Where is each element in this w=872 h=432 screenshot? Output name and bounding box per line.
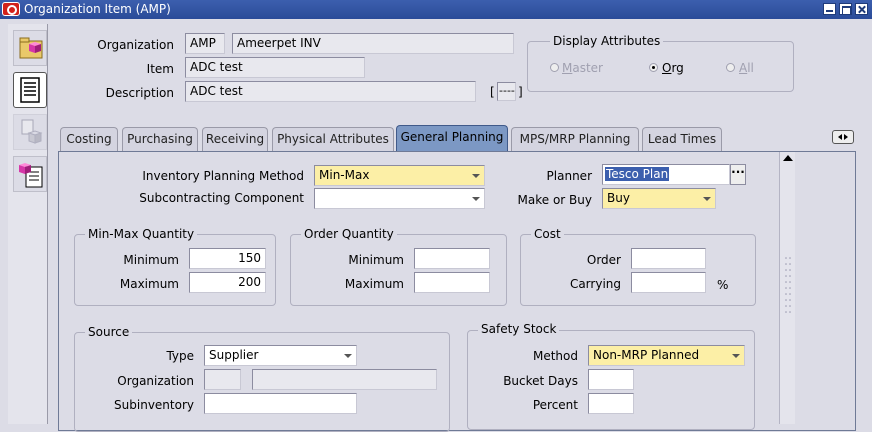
planner-field[interactable]: Tesco Plan: [602, 164, 730, 185]
inventory-planning-method-select[interactable]: Min-Max: [314, 165, 485, 186]
close-icon[interactable]: [855, 3, 868, 15]
radio-all[interactable]: [726, 63, 735, 72]
source-organization-label: Organization: [117, 374, 194, 388]
radio-all-label: All: [739, 61, 754, 75]
safety-percent-field[interactable]: [588, 393, 634, 414]
source-type-value: Supplier: [209, 348, 259, 362]
item-field[interactable]: ADC test: [185, 57, 365, 78]
window-title-bar: Organization Item (AMP): [0, 0, 872, 19]
safety-percent-label: Percent: [532, 398, 578, 412]
radio-master[interactable]: [550, 63, 559, 72]
percent-sign: %: [717, 278, 729, 292]
maximize-icon[interactable]: [839, 3, 852, 15]
make-or-buy-select[interactable]: Buy: [602, 188, 716, 209]
planner-label: Planner: [546, 169, 592, 183]
source-subinventory-label: Subinventory: [114, 398, 194, 412]
tab-general-planning[interactable]: General Planning: [396, 125, 508, 152]
tab-receiving[interactable]: Receiving: [202, 127, 268, 151]
list-icon[interactable]: [13, 72, 47, 108]
chevron-down-icon[interactable]: [468, 166, 484, 185]
item-label: Item: [146, 62, 174, 76]
source-type-select[interactable]: Supplier: [204, 345, 357, 366]
oracle-icon: [2, 2, 20, 16]
minmax-minimum-label: Minimum: [123, 253, 179, 267]
display-attributes-title: Display Attributes: [550, 34, 664, 48]
organization-name-field[interactable]: Ameerpet INV: [232, 33, 514, 54]
tab-scroll-icon[interactable]: [832, 130, 854, 144]
description-label: Description: [105, 86, 174, 100]
safety-stock-method-value: Non-MRP Planned: [593, 348, 700, 362]
minmax-minimum-field[interactable]: 150: [189, 248, 266, 269]
cost-order-label: Order: [586, 253, 621, 267]
order-minimum-label: Minimum: [348, 253, 404, 267]
tab-purchasing[interactable]: Purchasing: [122, 127, 198, 151]
descflex-open-bracket: [: [490, 85, 495, 99]
order-maximum-field[interactable]: [414, 272, 490, 293]
cost-title: Cost: [531, 227, 564, 241]
organization-code-field[interactable]: AMP: [185, 33, 225, 54]
descflex-close-bracket: ]: [518, 85, 523, 99]
folder-cube-icon[interactable]: [13, 30, 47, 66]
cube-list-icon[interactable]: [13, 156, 47, 192]
source-organization-name-field[interactable]: [252, 369, 437, 390]
tab-lead-times[interactable]: Lead Times: [642, 127, 722, 151]
source-subinventory-field[interactable]: [204, 393, 357, 414]
radio-org[interactable]: [649, 63, 658, 72]
planner-value: Tesco Plan: [605, 167, 670, 181]
order-minimum-field[interactable]: [414, 248, 490, 269]
cost-carrying-label: Carrying: [569, 277, 621, 291]
description-field[interactable]: ADC test: [185, 81, 476, 102]
tab-costing[interactable]: Costing: [60, 127, 118, 151]
cost-carrying-field[interactable]: [631, 272, 706, 293]
panel-scrollbar[interactable]: [779, 152, 795, 424]
subcontracting-component-label: Subcontracting Component: [139, 191, 304, 205]
cost-order-field[interactable]: [631, 248, 706, 269]
bucket-days-field[interactable]: [588, 369, 634, 390]
chevron-down-icon[interactable]: [728, 346, 744, 365]
minmax-maximum-field[interactable]: 200: [189, 272, 266, 293]
source-type-label: Type: [166, 349, 194, 363]
inventory-planning-method-value: Min-Max: [319, 168, 370, 182]
doc-cube-icon: [13, 114, 47, 150]
planner-lov-button[interactable]: ···: [730, 164, 746, 185]
chevron-down-icon[interactable]: [340, 346, 356, 365]
tab-physical-attributes[interactable]: Physical Attributes: [272, 127, 394, 151]
bucket-days-label: Bucket Days: [503, 374, 578, 388]
make-or-buy-value: Buy: [607, 191, 630, 205]
chevron-down-icon[interactable]: [699, 189, 715, 208]
source-organization-code-field[interactable]: [204, 369, 241, 390]
cost-group: [520, 234, 756, 306]
minimize-icon[interactable]: [823, 3, 836, 15]
safety-stock-title: Safety Stock: [478, 322, 560, 336]
organization-label: Organization: [97, 38, 174, 52]
min-max-quantity-group: [74, 234, 276, 306]
minmax-maximum-label: Maximum: [119, 277, 179, 291]
order-quantity-group: [290, 234, 507, 306]
descriptive-flexfield[interactable]: ----: [497, 82, 516, 101]
left-toolbar: [8, 24, 48, 424]
radio-master-label: Master: [562, 61, 603, 75]
order-quantity-title: Order Quantity: [301, 227, 397, 241]
safety-stock-method-label: Method: [532, 349, 578, 363]
make-or-buy-label: Make or Buy: [517, 193, 592, 207]
order-maximum-label: Maximum: [344, 277, 404, 291]
source-title: Source: [85, 325, 133, 339]
safety-stock-method-select[interactable]: Non-MRP Planned: [588, 345, 745, 366]
tab-mps-mrp-planning[interactable]: MPS/MRP Planning: [511, 127, 639, 151]
subcontracting-component-select[interactable]: [314, 188, 485, 209]
min-max-quantity-title: Min-Max Quantity: [85, 227, 198, 241]
window-title: Organization Item (AMP): [24, 2, 171, 16]
chevron-down-icon[interactable]: [468, 189, 484, 208]
inventory-planning-method-label: Inventory Planning Method: [142, 169, 304, 183]
radio-org-label: Org: [662, 61, 684, 75]
